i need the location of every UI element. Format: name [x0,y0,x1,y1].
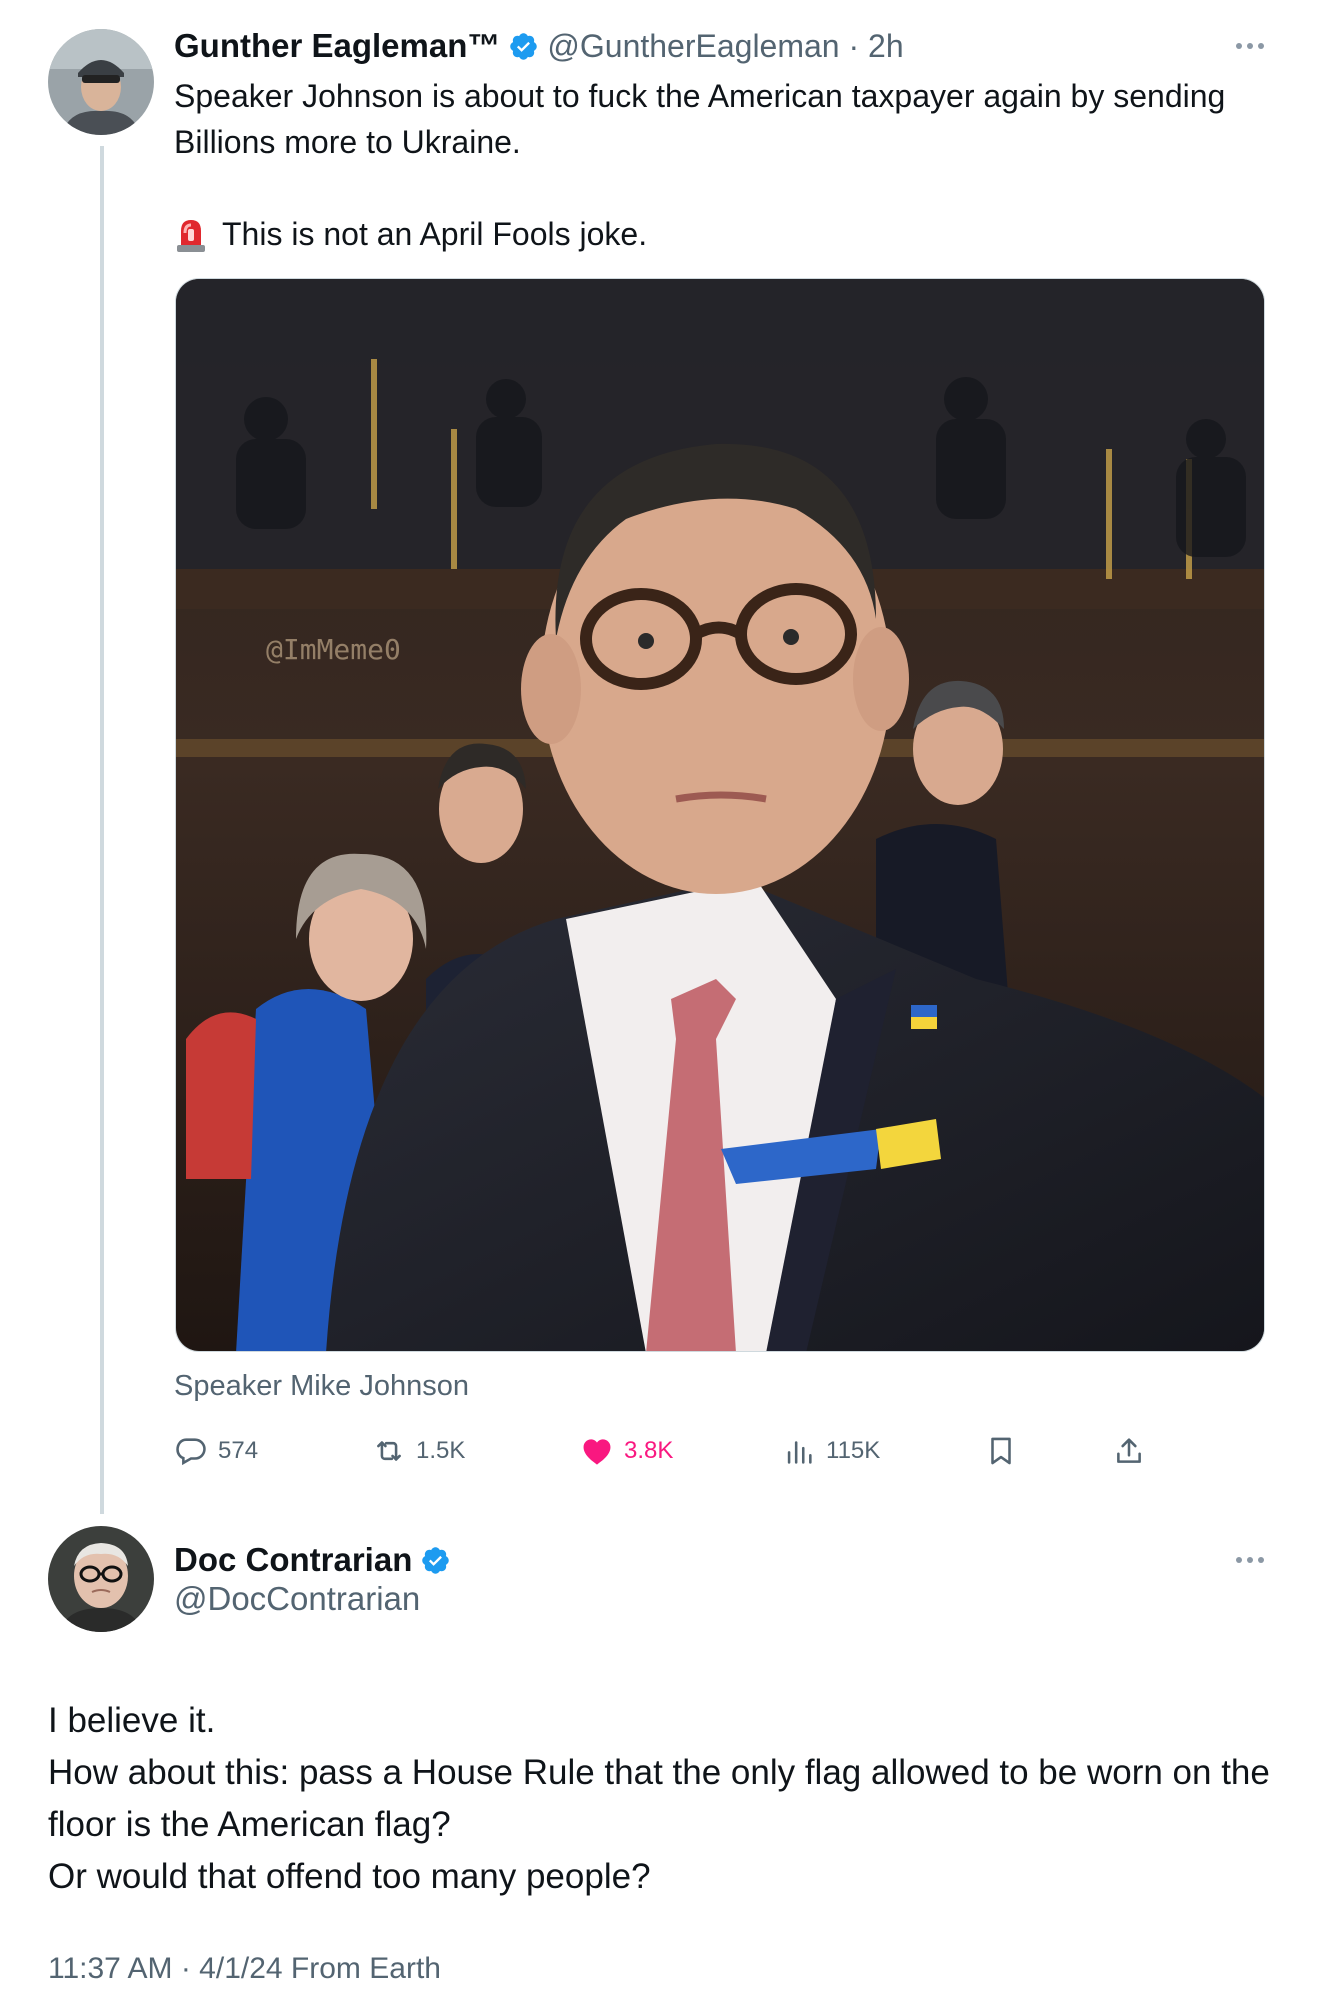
thread-connector-line [100,146,104,1514]
like-button[interactable]: 3.8K [580,1428,673,1474]
heart-icon [583,1439,611,1465]
repost-button[interactable]: 1.5K [372,1428,465,1474]
author-handle[interactable]: @GuntherEagleman [547,28,839,65]
verified-badge-icon [510,32,538,60]
image-watermark: @ImMeme0 [266,633,401,666]
reply-author-name[interactable]: Doc Contrarian [174,1541,412,1579]
post-action-bar: 574 1.5K 3.8K 115K [174,1428,1174,1474]
like-count: 3.8K [624,1437,674,1464]
reply-icon [176,1438,206,1466]
share-icon [1117,1438,1141,1463]
reply-line: How about this: pass a House Rule that t… [48,1753,1270,1844]
analytics-bars-icon [787,1441,812,1464]
post-text-second-line: This is not an April Fools joke. [174,211,647,257]
reply-author-avatar[interactable] [48,1526,154,1632]
reply-button[interactable]: 574 [174,1428,258,1474]
author-name[interactable]: Gunther Eagleman™ [174,27,500,65]
reply-timestamp[interactable]: 11:37 AM · 4/1/24 From Earth [48,1952,441,1986]
repost-icon [377,1441,401,1461]
author-avatar[interactable] [48,29,154,135]
post-text: Speaker Johnson is about to fuck the Ame… [174,78,1226,160]
reply-author-handle[interactable]: @DocContrarian [174,1580,420,1618]
more-options-button[interactable] [1232,38,1268,54]
view-count: 115K [826,1437,881,1464]
separator-dot: · [839,27,869,64]
post-time[interactable]: 2h [868,28,904,65]
bookmark-button[interactable] [984,1428,1018,1474]
repost-count: 1.5K [416,1437,466,1464]
reply-count: 574 [218,1437,259,1464]
rotating-light-icon [177,220,205,252]
share-button[interactable] [1112,1428,1146,1474]
post-image[interactable]: @ImMeme0 [175,278,1265,1352]
image-caption: Speaker Mike Johnson [174,1370,469,1402]
reply-text: I believe it. How about this: pass a Hou… [48,1695,1278,1903]
verified-badge-icon [422,1546,450,1574]
views-button[interactable]: 115K [782,1428,880,1474]
reply-more-options-button[interactable] [1232,1552,1268,1568]
post-text-line-2: This is not an April Fools joke. [222,216,648,252]
post-header: Gunther Eagleman™ @GuntherEagleman · 2h [174,22,904,70]
reply-header: Doc Contrarian [174,1537,459,1583]
bookmark-icon [991,1437,1011,1465]
reply-line: Or would that offend too many people? [48,1857,651,1896]
reply-line: I believe it. [48,1701,216,1740]
